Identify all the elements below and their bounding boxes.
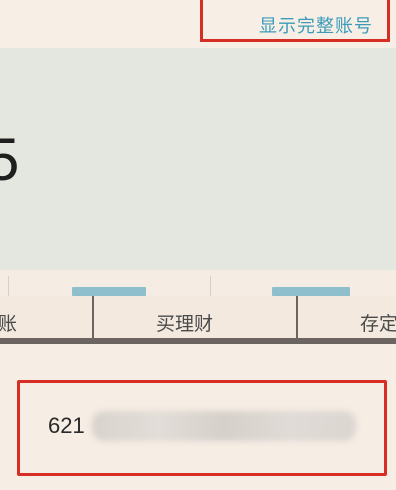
tab-label: 买理财 <box>156 313 214 335</box>
balance-card: 5 <box>0 48 396 270</box>
top-bar: 显示完整账号 <box>0 0 396 48</box>
tab-label: 存定 <box>360 313 396 335</box>
tab-buy-wealth[interactable]: 买理财 <box>94 296 296 338</box>
account-section: 621 <box>0 344 396 490</box>
account-number-masked <box>92 411 356 441</box>
tab-label-fragment <box>72 287 146 296</box>
show-full-account-button[interactable]: 显示完整账号 <box>200 0 390 42</box>
tab-divider <box>210 276 211 296</box>
account-number-field[interactable]: 621 <box>17 380 387 476</box>
account-number-prefix: 621 <box>48 413 85 438</box>
balance-amount: 5 <box>0 126 20 193</box>
tab-label: 账 <box>0 313 18 335</box>
tab-label-fragment <box>272 287 350 296</box>
tab-fixed-deposit[interactable]: 存定 <box>298 296 396 338</box>
tab-divider <box>8 276 9 296</box>
tab-bar: 账 买理财 存定 <box>0 296 396 344</box>
show-full-account-label: 显示完整账号 <box>259 16 373 37</box>
upper-tab-row <box>0 270 396 296</box>
tab-transfer[interactable]: 账 <box>0 296 92 338</box>
